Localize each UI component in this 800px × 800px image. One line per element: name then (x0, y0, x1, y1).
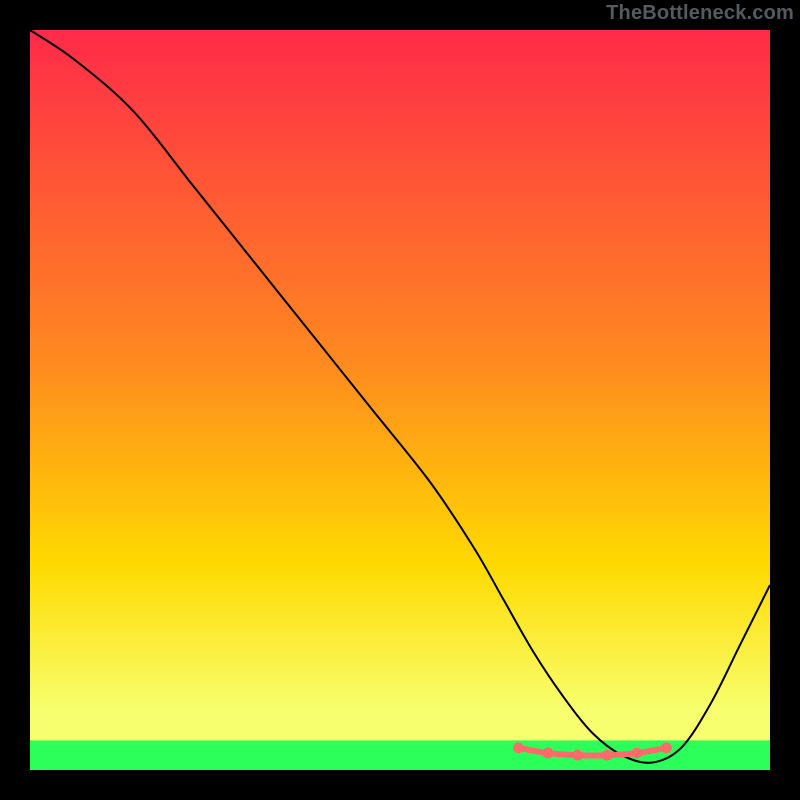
flat-highlight-marker (572, 750, 583, 761)
gradient-background (30, 30, 770, 770)
flat-highlight-marker (661, 742, 672, 753)
flat-highlight-marker (631, 748, 642, 759)
flat-highlight-marker (602, 750, 613, 761)
flat-highlight-marker (543, 748, 554, 759)
chart-container: TheBottleneck.com (0, 0, 800, 800)
watermark-text: TheBottleneck.com (606, 2, 794, 25)
green-band (30, 740, 770, 770)
plot-area (30, 30, 770, 770)
chart-svg (30, 30, 770, 770)
flat-highlight-marker (513, 742, 524, 753)
